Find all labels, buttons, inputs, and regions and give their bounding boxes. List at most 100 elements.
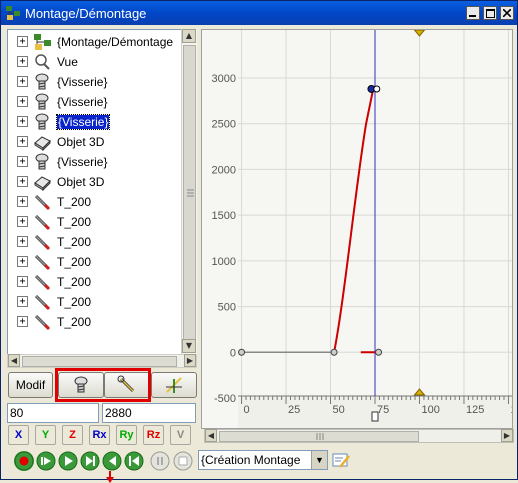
- timeline-graph[interactable]: 3000 2500 2000 1500 1000 500 0 -500 0 25 50 75 100 12…: [202, 29, 518, 428]
- scroll-left-icon[interactable]: ◀: [8, 354, 20, 367]
- expand-icon[interactable]: +: [17, 116, 28, 127]
- grip-icon: [187, 189, 194, 197]
- screw-tool-icon: [74, 376, 88, 393]
- axis-button-z[interactable]: Z: [62, 425, 83, 445]
- expand-icon[interactable]: +: [17, 236, 28, 247]
- expand-icon[interactable]: +: [17, 136, 28, 147]
- mode-select[interactable]: {Création Montage ▼: [198, 450, 328, 470]
- tree-item[interactable]: + T_200: [8, 212, 183, 232]
- 3d-object-icon: [34, 176, 51, 191]
- expand-icon[interactable]: +: [17, 216, 28, 227]
- pause-button[interactable]: [150, 451, 170, 471]
- tree-item[interactable]: + Objet 3D: [8, 172, 183, 192]
- axis-button-y[interactable]: Y: [35, 425, 56, 445]
- tree-item-label: T_200: [57, 275, 92, 289]
- expand-icon[interactable]: +: [17, 96, 28, 107]
- expand-icon[interactable]: +: [17, 256, 28, 267]
- expand-icon[interactable]: +: [17, 316, 28, 327]
- tree-item-label: Objet 3D: [57, 135, 105, 149]
- graph-horizontal-scrollbar[interactable]: ◀ ▶: [204, 429, 514, 443]
- maximize-button[interactable]: [483, 6, 497, 20]
- graph-scroll-left-icon[interactable]: ◀: [205, 429, 217, 442]
- play-forward-button[interactable]: [36, 451, 56, 471]
- title-bar[interactable]: Montage/Démontage: [1, 1, 517, 25]
- graph-hscroll-thumb[interactable]: [219, 431, 419, 442]
- tree-item[interactable]: + T_200: [8, 252, 183, 272]
- value-field-right[interactable]: 2880: [102, 403, 196, 423]
- tree-item-label: {Visserie}: [57, 75, 108, 89]
- wrench-tool-icon: [117, 375, 135, 393]
- tree-item[interactable]: + T_200: [8, 272, 183, 292]
- wrench-tool-button[interactable]: [104, 372, 150, 398]
- graph-scroll-right-icon[interactable]: ▶: [501, 429, 513, 442]
- tree-item[interactable]: + {Montage/Démontage: [8, 32, 183, 52]
- app-icon: [6, 6, 20, 20]
- axis-tool-icon: [166, 377, 182, 393]
- tree-scroll-thumb[interactable]: [183, 45, 196, 345]
- edit-pencil-icon[interactable]: [331, 451, 351, 471]
- rewind-icon: [124, 451, 144, 471]
- tree-item[interactable]: + T_200: [8, 232, 183, 252]
- expand-icon[interactable]: +: [17, 76, 28, 87]
- expand-icon[interactable]: +: [17, 276, 28, 287]
- y-tick-label: 1000: [212, 256, 236, 268]
- axis-button-rz[interactable]: Rz: [143, 425, 164, 445]
- y-tick-label: 3000: [212, 73, 236, 85]
- step-back-button[interactable]: [102, 451, 122, 471]
- axis-button-rx[interactable]: Rx: [89, 425, 110, 445]
- tree-item-label: T_200: [57, 255, 92, 269]
- tree-item-label: {Montage/Démontage: [57, 35, 174, 49]
- expand-icon[interactable]: +: [17, 156, 28, 167]
- tree-item[interactable]: + {Visserie}: [8, 112, 183, 132]
- expand-icon[interactable]: +: [17, 56, 28, 67]
- tree-vertical-scrollbar[interactable]: ▲ ▼: [181, 29, 197, 355]
- tree-item[interactable]: + Vue: [8, 52, 183, 72]
- 3d-object-icon: [34, 136, 51, 151]
- tool-pen-icon: [34, 214, 51, 231]
- step-forward-icon: [80, 451, 100, 471]
- scroll-up-icon[interactable]: ▲: [182, 29, 196, 43]
- expand-icon[interactable]: +: [17, 36, 28, 47]
- step-forward-button[interactable]: [80, 451, 100, 471]
- tree-hscroll-thumb[interactable]: [22, 356, 177, 367]
- y-tick-label: 2000: [212, 164, 236, 176]
- value-field-left[interactable]: 80: [7, 403, 99, 423]
- axis-button-ry[interactable]: Ry: [116, 425, 137, 445]
- scroll-down-icon[interactable]: ▼: [182, 339, 196, 353]
- tree-item[interactable]: + {Visserie}: [8, 72, 183, 92]
- axis-button-x[interactable]: X: [8, 425, 29, 445]
- minimize-button[interactable]: [466, 6, 480, 20]
- scroll-right-icon[interactable]: ▶: [184, 354, 196, 367]
- x-tick-label: 100: [421, 404, 439, 416]
- expand-icon[interactable]: +: [17, 296, 28, 307]
- play-icon: [58, 451, 78, 471]
- tree-item[interactable]: + T_200: [8, 192, 183, 212]
- close-button[interactable]: [500, 6, 514, 20]
- tree-item-label: T_200: [57, 195, 92, 209]
- stop-button[interactable]: [173, 451, 193, 471]
- tree-item[interactable]: + {Visserie}: [8, 92, 183, 112]
- screw-hardware-icon: [35, 93, 49, 110]
- screw-tool-button[interactable]: [58, 372, 104, 398]
- expand-icon[interactable]: +: [17, 176, 28, 187]
- axis-tool-button[interactable]: [151, 372, 197, 398]
- keyframe-point: [373, 85, 381, 93]
- tree-item[interactable]: + T_200: [8, 292, 183, 312]
- tree-item[interactable]: + Objet 3D: [8, 132, 183, 152]
- tree-horizontal-scrollbar[interactable]: ◀ ▶: [7, 354, 197, 368]
- rewind-button[interactable]: [124, 451, 144, 471]
- expand-icon[interactable]: +: [17, 196, 28, 207]
- keyframe-point: [238, 348, 246, 356]
- tree-item[interactable]: + {Visserie}: [8, 152, 183, 172]
- red-arrow-annotation: [106, 471, 114, 483]
- chevron-down-icon[interactable]: ▼: [311, 451, 327, 469]
- axis-button-v[interactable]: V: [170, 425, 191, 445]
- y-tick-label: 2500: [212, 119, 236, 131]
- modif-button[interactable]: Modif: [8, 372, 53, 398]
- play-forward-icon: [36, 451, 56, 471]
- tree-item[interactable]: + T_200: [8, 312, 183, 332]
- timeline-graph-panel: 3000 2500 2000 1500 1000 500 0 -500 0 25 50 75 100 12…: [201, 29, 518, 429]
- x-tick-label: 0: [244, 404, 250, 416]
- record-button[interactable]: [14, 451, 34, 471]
- play-button[interactable]: [58, 451, 78, 471]
